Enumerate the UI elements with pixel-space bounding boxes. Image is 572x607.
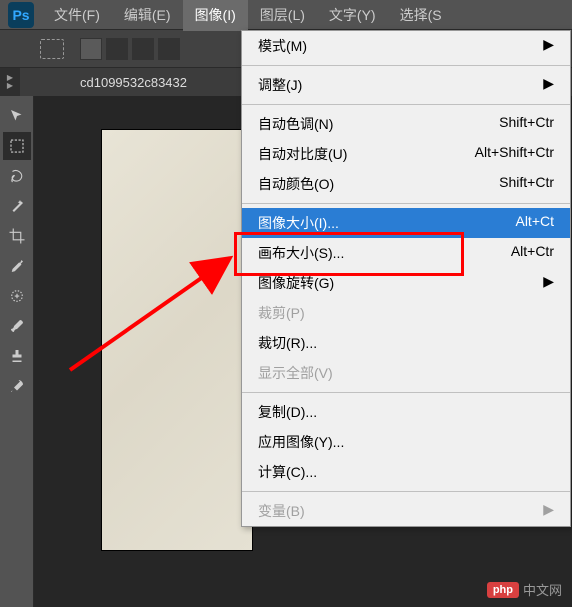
lasso-tool-icon[interactable] [3,162,31,190]
stamp-tool-icon[interactable] [3,342,31,370]
menu-crop: 裁剪(P) [242,298,570,328]
menu-layer[interactable]: 图层(L) [248,0,317,31]
menu-trim[interactable]: 裁切(R)... [242,328,570,358]
menu-image-size[interactable]: 图像大小(I)...Alt+Ct [242,208,570,238]
ps-logo: Ps [8,2,34,28]
canvas[interactable] [102,130,252,550]
watermark: php 中文网 [487,580,562,599]
healing-brush-tool-icon[interactable] [3,282,31,310]
opt-subtract-icon[interactable] [132,38,154,60]
menu-calculations[interactable]: 计算(C)... [242,457,570,487]
menu-adjustments[interactable]: 调整(J)▶ [242,70,570,100]
brush-tool-icon[interactable] [3,312,31,340]
panel-expand-icon[interactable]: ▶▶ [0,68,20,96]
toolbox [0,96,34,607]
menu-mode[interactable]: 模式(M)▶ [242,31,570,61]
image-menu-dropdown: 模式(M)▶ 调整(J)▶ 自动色调(N)Shift+Ctr 自动对比度(U)A… [241,30,571,527]
menu-select[interactable]: 选择(S [388,0,454,31]
document-tab[interactable]: cd1099532c83432 [20,75,227,90]
menu-apply-image[interactable]: 应用图像(Y)... [242,427,570,457]
opt-new-icon[interactable] [80,38,102,60]
menu-image[interactable]: 图像(I) [183,0,248,31]
history-brush-tool-icon[interactable] [3,372,31,400]
menu-auto-color[interactable]: 自动颜色(O)Shift+Ctr [242,169,570,199]
opt-intersect-icon[interactable] [158,38,180,60]
menu-file[interactable]: 文件(F) [42,0,112,31]
watermark-badge: php [487,582,519,598]
magic-wand-tool-icon[interactable] [3,192,31,220]
opt-add-icon[interactable] [106,38,128,60]
eyedropper-tool-icon[interactable] [3,252,31,280]
watermark-text: 中文网 [523,580,562,599]
menu-variables: 变量(B)▶ [242,496,570,526]
menu-image-rotation[interactable]: 图像旋转(G)▶ [242,268,570,298]
menu-auto-contrast[interactable]: 自动对比度(U)Alt+Shift+Ctr [242,139,570,169]
menu-reveal-all: 显示全部(V) [242,358,570,388]
menu-canvas-size[interactable]: 画布大小(S)...Alt+Ctr [242,238,570,268]
selection-preset-icon[interactable] [40,39,64,59]
move-tool-icon[interactable] [3,102,31,130]
marquee-tool-icon[interactable] [3,132,31,160]
menu-auto-tone[interactable]: 自动色调(N)Shift+Ctr [242,109,570,139]
menu-duplicate[interactable]: 复制(D)... [242,397,570,427]
crop-tool-icon[interactable] [3,222,31,250]
menu-text[interactable]: 文字(Y) [317,0,388,31]
menu-edit[interactable]: 编辑(E) [112,0,183,31]
menubar: Ps 文件(F) 编辑(E) 图像(I) 图层(L) 文字(Y) 选择(S [0,0,572,30]
